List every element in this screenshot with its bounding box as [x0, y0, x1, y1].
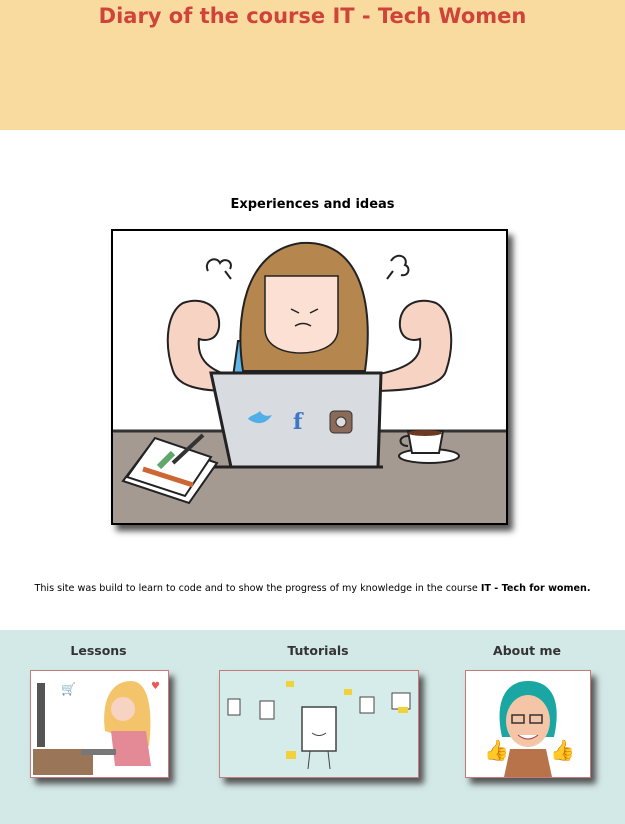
intro-prefix: This site was build to learn to code and… — [34, 583, 481, 594]
svg-text:♥: ♥ — [151, 681, 160, 692]
course-name: IT - Tech for women. — [480, 583, 591, 594]
lessons-illustration: 🛒 ♥ — [31, 671, 168, 777]
about-me-thumbnail-link[interactable]: 👍 👍 — [465, 670, 591, 778]
avatar-illustration: 👍 👍 — [466, 671, 590, 777]
tutorials-illustration — [227, 681, 411, 770]
card-title-about-me: About me — [493, 643, 561, 658]
hero-illustration: f — [111, 229, 508, 525]
svg-text:👍: 👍 — [550, 738, 575, 762]
svg-text:🛒: 🛒 — [61, 682, 76, 696]
tutorials-thumbnail-link[interactable] — [219, 670, 419, 778]
section-heading: Experiences and ideas — [230, 197, 395, 212]
intro-text: This site was build to learn to code and… — [0, 583, 625, 594]
svg-text:👍: 👍 — [484, 738, 509, 762]
lessons-thumbnail-link[interactable]: 🛒 ♥ — [30, 670, 169, 778]
svg-text:f: f — [293, 409, 304, 435]
card-title-tutorials: Tutorials — [287, 643, 349, 658]
site-header: Diary of the course IT - Tech Women — [0, 0, 625, 130]
site-title: Diary of the course IT - Tech Women — [98, 4, 527, 28]
card-title-lessons: Lessons — [70, 643, 127, 658]
